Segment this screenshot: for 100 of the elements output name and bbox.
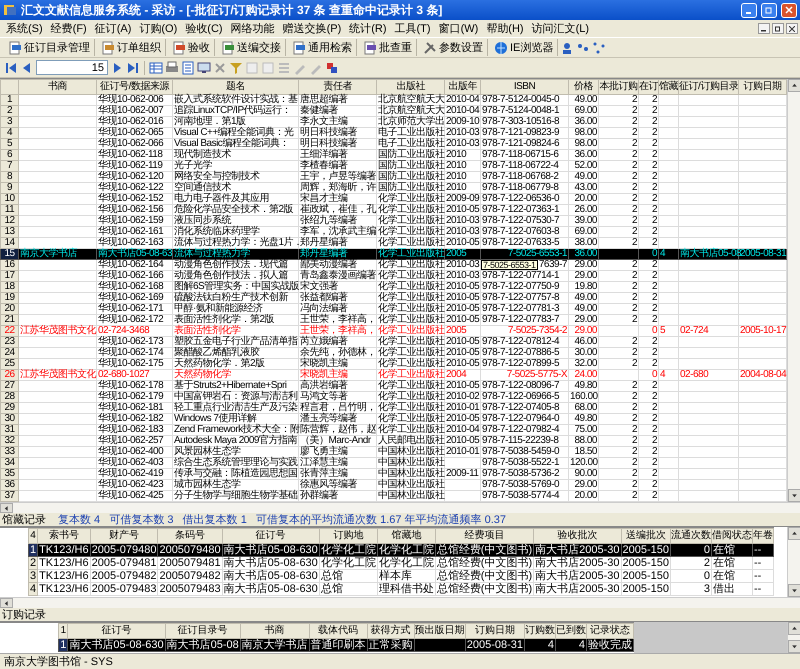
column-header[interactable]: 订购地 — [319, 528, 378, 544]
table-row[interactable]: 29 华现10-062-181 轻工重点行业清洁生产及污染 程言君，吕竹明， 化学工业出版社2010-01 978-7-122-07405-8 68.00 2 2 — [0, 402, 786, 414]
table-row[interactable]: 27 华现10-062-178 基于Struts2+Hibernate+Spri 高洪岩编著 化学工业出版社2010-05 978-7-122-08096-7 49.80 2 2 — [0, 380, 786, 392]
menu-item[interactable]: 验收(C) — [181, 21, 227, 36]
menu-item[interactable]: 统计(R) — [345, 21, 391, 36]
table-row[interactable]: 22 江苏华茂图书文化 02-724-3468 表面活性剂化学 王世荣，李祥高， 化学工业出版社2005 7-5025-7354-2 29.00 0 5 02-724 2005-10-17 — [0, 326, 786, 336]
print-preview-icon[interactable] — [181, 60, 195, 74]
column-header[interactable]: 记录状态 — [586, 624, 634, 638]
column-header[interactable]: 馆藏地 — [377, 528, 436, 544]
table-row[interactable]: 20 华现10-062-171 甲醇·氨和新能源经济 冯向法编著 化学工业出版社2010-05 978-7-122-07781-3 49.00 2 2 — [0, 304, 786, 314]
minimize-button[interactable] — [758, 23, 770, 34]
column-header[interactable]: 送编批次 — [621, 528, 670, 544]
table-row[interactable]: 16 华现10-062-164 动漫角色创作技法．现代篇 鄙美动漫编著 化学工业出版社2010-03 7-5025-6553-1 7639-7 29.00 2 2 — [0, 260, 786, 270]
column-header[interactable]: 订购日期 — [738, 80, 786, 94]
column-header[interactable]: 书商 — [240, 624, 310, 638]
last-icon[interactable] — [126, 60, 140, 74]
table-row[interactable]: 12 华现10-062-159 液压同步系统 张绍九等编著 化学工业出版社2010-03 978-7-122-07530-7 39.00 2 2 — [0, 216, 786, 226]
table-row[interactable]: 26 江苏华茂图书文化 02-680-1027 天然药物化学 宋晓凯主编 化学工业出版社2004 7-5025-5775-X 24.00 0 4 02-680 2004-08-04 — [0, 370, 786, 380]
column-header[interactable]: ISBN — [480, 80, 568, 94]
table-row[interactable]: 36 华现10-062-423 城市园林生态学 徐惠风等编著 中国林业出版社 978-7-5038-5769-0 29.00 2 2 — [0, 480, 786, 490]
color-icon[interactable] — [325, 60, 339, 74]
table-row[interactable]: 25 华现10-062-175 天然药物化学．第2版 宋晓凯主编 化学工业出版社2010-05 978-7-122-07899-5 32.00 2 2 — [0, 358, 786, 370]
table-row[interactable]: 1 TK123/H6 2005-079480 2005079480 南大书店05-08-630 化学化工院 化学化工院 总馆经费(中文图书) 南大书店2005-30 2005-150 0 在馆 -- — [28, 544, 774, 556]
table-row[interactable]: 9 华现10-062-122 空间通信技术 周辉，郑海昕，许 国防工业出版社2010 978-7-118-06779-8 43.00 2 2 — [0, 182, 786, 194]
column-header[interactable]: 订购日期 — [465, 624, 524, 638]
menu-item[interactable]: 经费(F) — [46, 21, 91, 36]
monitor-icon[interactable] — [197, 60, 211, 74]
table-row[interactable]: 28 华现10-062-179 中国富钾岩石：资源与清洁利 马鸿文等著 化学工业出版社2010-02 978-7-122-06966-5 160.00 2 2 — [0, 392, 786, 402]
restore-button[interactable] — [772, 23, 784, 34]
table-row[interactable]: 15 南京大学书店 南大书店05-08-63 流体与过程热力学 郑丹星编著 化学工业出版社2005 7-5025-6553-1 36.00 0 4 南大书店05-082005-08-31 — [0, 248, 786, 260]
column-header[interactable]: 征订目录号 — [165, 624, 240, 638]
table-row[interactable]: 6 华现10-062-118 现代制造技术 王细洋编著 国防工业出版社2010 978-7-118-06715-6 36.00 2 2 — [0, 150, 786, 160]
table-row[interactable]: 10 华现10-062-152 电力电子器件及其应用 宋昌才主编 化学工业出版社2009-09 978-7-122-06536-0 20.00 2 2 — [0, 194, 786, 204]
menu-item[interactable]: 工具(T) — [390, 21, 435, 36]
table-row[interactable]: 30 华现10-062-182 Windows 7使用详解 潘玉亮等编著 化学工业出版社2010-05 978-7-122-07964-0 49.80 2 2 — [0, 414, 786, 424]
column-header[interactable]: 经费项目 — [435, 528, 534, 544]
table-row[interactable]: 32 华现10-062-257 Autodesk Maya 2009官方指南 （美）Marc-Andr 人民邮电出版社2010-05 978-7-115-22239-8 88.00 2 2 — [0, 436, 786, 446]
menu-item[interactable]: 网络功能 — [226, 21, 279, 36]
column-header[interactable]: 题名 — [172, 80, 298, 94]
menu-item[interactable]: 系统(S) — [2, 21, 47, 36]
column-header[interactable]: 书商 — [18, 80, 96, 94]
column-header[interactable]: 责任者 — [298, 80, 376, 94]
table-row[interactable]: 18 华现10-062-168 图解6S管理实务：中国实战版宋文强著 化学工业出版社2010-05 978-7-122-07750-9 19.80 2 2 — [0, 282, 786, 292]
menu-item[interactable]: 征订(A) — [90, 21, 136, 36]
vertical-scrollbar[interactable] — [787, 622, 800, 653]
close-button[interactable] — [786, 23, 798, 34]
table-row[interactable]: 34 华现10-062-403 综合生态系统管理理论与实践 江泽慧主编 中国林业出版社 978-7-5038-5522-1 120.00 2 2 — [0, 458, 786, 468]
column-header[interactable]: 征订号 — [222, 528, 320, 544]
table-row[interactable]: 4 华现10-062-065 Visual C++编程全能词典：光 明日科技编著 电子工业出版社2010-03 978-7-121-09823-9 98.00 2 2 — [0, 128, 786, 138]
table-row[interactable]: 1 华现10-062-006 嵌入式系统软件设计实战：基 唐思超编著 北京航空航天大2010-04 978-7-5124-0045-0 49.00 2 2 — [0, 94, 786, 106]
table-row[interactable]: 7 华现10-062-119 光子光学 李楂春编著 国防工业出版社2010 978-7-118-06722-4 52.00 2 2 — [0, 160, 786, 172]
toolbar-button[interactable]: 批查重 — [359, 39, 417, 56]
table-row[interactable]: 2 TK123/H6 2005-079481 2005079481 南大书店05-08-630 化学化工院 化学化工院 总馆经费(中文图书) 南大书店2005-30 2005-150 2 在馆 -- — [28, 556, 774, 570]
toolbar-button[interactable]: 订单组织 — [97, 39, 166, 56]
first-icon[interactable] — [4, 60, 18, 74]
table-row[interactable]: 1 南大书店05-08-630 南大书店05-08 南京大学书店 普通印刷本 正常采购 2005-08-31 4 4 验收完成 — [58, 638, 634, 652]
table-row[interactable]: 33 华现10-062-400 风景园林生态学 廖飞勇主编 中国林业出版社2010-01 978-7-5038-5459-0 18.50 2 2 — [0, 446, 786, 458]
horizontal-scrollbar[interactable] — [0, 597, 800, 608]
toolbar-button[interactable]: IE浏览器 — [490, 39, 558, 56]
column-header[interactable]: 获得方式 — [367, 624, 414, 638]
table-row[interactable]: 8 华现10-062-120 网络安全与控制技术 王宇，卢昱等编著 国防工业出版社2010 978-7-118-06768-2 49.00 2 2 — [0, 172, 786, 182]
record-field[interactable]: 15 — [36, 60, 108, 75]
toolbar-button[interactable]: 参数设置 — [419, 39, 488, 56]
table-row[interactable]: 23 华现10-062-173 塑胶五金电子行业产品清单指 芮立娥编著 化学工业出版社2010-05 978-7-122-07812-4 46.00 2 2 — [0, 336, 786, 348]
column-header[interactable]: 征订号/数据来源 — [96, 80, 172, 94]
table-row[interactable]: 13 华现10-062-161 消化系统临床药理学 李军，沈承武主编 化学工业出版社2010-03 978-7-122-07603-8 69.00 2 2 — [0, 226, 786, 238]
column-header[interactable]: 出版年 — [444, 80, 480, 94]
table-row[interactable]: 37 华现10-062-425 分子生物学与细胞生物学基础 孙群编著 中国林业出版社 978-7-5038-5774-4 20.00 2 2 — [0, 490, 786, 502]
table-row[interactable]: 3 华现10-062-016 河南地理．第1版 李永文主编 北京师范大学出 2009-10 978-7-303-10516-8 36.00 2 2 — [0, 116, 786, 128]
horizontal-scrollbar[interactable] — [0, 502, 800, 513]
menu-item[interactable]: 帮助(H) — [482, 21, 528, 36]
grid-icon[interactable] — [149, 60, 163, 74]
column-header[interactable]: 本批订购 — [598, 80, 638, 94]
printer-icon[interactable] — [165, 60, 179, 74]
table-row[interactable]: 19 华现10-062-169 硫酸法钛白粉生产技术创新 张益都编著 化学工业出版社2010-05 978-7-122-07757-8 49.00 2 2 — [0, 292, 786, 304]
column-header[interactable]: 验收批次 — [534, 528, 621, 544]
vertical-scrollbar[interactable] — [787, 527, 800, 597]
menu-item[interactable]: 访问汇文(L) — [528, 21, 594, 36]
table-row[interactable]: 2 华现10-062-007 追踪LinuxTCP/IP代码运行： 秦健编著 北京航空航天大2010-04 978-7-5124-0048-1 69.00 2 2 — [0, 106, 786, 116]
column-header[interactable]: 已到数 — [556, 624, 586, 638]
table-row[interactable]: 24 华现10-062-174 聚醋酸乙烯酯乳液胶 余先纯，孙德林， 化学工业出版社2010-05 978-7-122-07886-5 30.00 2 2 — [0, 348, 786, 358]
table-row[interactable]: 14 华现10-062-163 流体与过程热力学：光盘1片．郑丹星编著 化学工业出版社2010-05 978-7-122-07633-5 38.00 2 2 — [0, 238, 786, 248]
column-header[interactable]: 出版社 — [376, 80, 444, 94]
table-row[interactable]: 11 华现10-062-156 危险化学品安全技术．第2版 崔政斌，崔佳，孔 化学工业出版社2010-05 978-7-122-07363-1 26.00 2 2 — [0, 204, 786, 216]
column-header[interactable]: 价格 — [568, 80, 598, 94]
column-header[interactable]: 财产号 — [90, 528, 158, 544]
toolbar-button[interactable]: 通用检索 — [288, 39, 357, 56]
column-header[interactable]: 征订号 — [68, 624, 166, 638]
toolbar-button[interactable]: 验收 — [168, 39, 215, 56]
table-row[interactable]: 31 华现10-062-183 Zend Framework技术大全：附陈营辉，赵伟，赵 化学工业出版社2010-04 978-7-122-07982-4 75.00 2 2 — [0, 424, 786, 436]
column-header[interactable]: 索书号 — [38, 528, 90, 544]
toolbar-button[interactable]: 征订目录管理 — [4, 39, 95, 56]
menu-item[interactable]: 窗口(W) — [434, 21, 482, 36]
column-header[interactable]: 流通次数 — [670, 528, 712, 544]
table-row[interactable]: 5 华现10-062-066 Visual Basic编程全能词典： 明日科技编著 电子工业出版社2010-03 978-7-121-09824-6 98.00 2 2 — [0, 138, 786, 150]
table-row[interactable]: 35 华现10-062-419 传承与交融：陈植造园思想国 张青萍主编 中国林业出版社2009-11 978-7-5038-5736-2 90.00 2 2 — [0, 468, 786, 480]
column-header[interactable]: 载体代码 — [309, 624, 368, 638]
vertical-scrollbar[interactable] — [787, 79, 800, 502]
toolbar-button[interactable]: 送编交接 — [217, 39, 286, 56]
column-header[interactable]: 条码号 — [158, 528, 222, 544]
